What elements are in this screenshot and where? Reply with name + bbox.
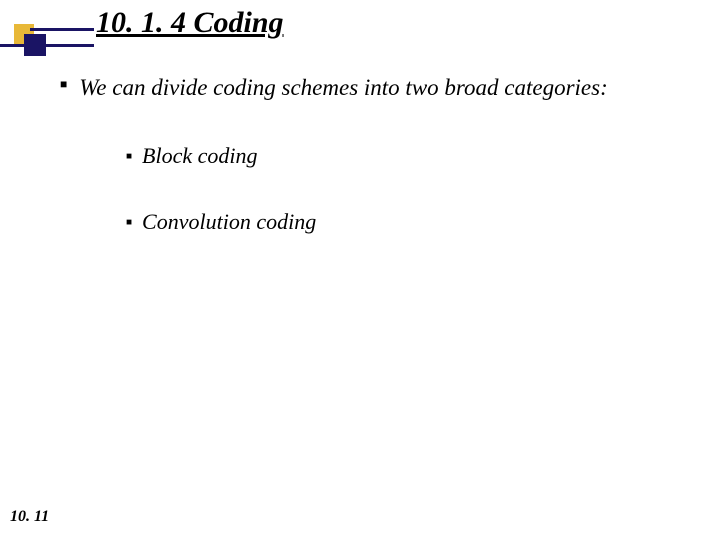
list-item-label: Convolution coding — [142, 209, 316, 235]
intro-row: ■ We can divide coding schemes into two … — [60, 72, 686, 103]
list-item: ■ Convolution coding — [126, 209, 686, 235]
slide-content: ■ We can divide coding schemes into two … — [60, 72, 686, 275]
list-item-label: Block coding — [142, 143, 257, 169]
bullet-icon: ■ — [126, 217, 132, 228]
list-item: ■ Block coding — [126, 143, 686, 169]
decor-line-bottom — [0, 44, 94, 47]
page-number: 10. 11 — [10, 508, 49, 526]
slide-header: 10. 1. 4 Coding — [0, 0, 720, 54]
sub-list: ■ Block coding ■ Convolution coding — [126, 143, 686, 235]
intro-text: We can divide coding schemes into two br… — [79, 72, 686, 103]
slide-title: 10. 1. 4 Coding — [96, 6, 284, 40]
bullet-icon: ■ — [126, 151, 132, 162]
decor-line-top — [30, 28, 94, 31]
bullet-icon: ■ — [60, 72, 67, 96]
